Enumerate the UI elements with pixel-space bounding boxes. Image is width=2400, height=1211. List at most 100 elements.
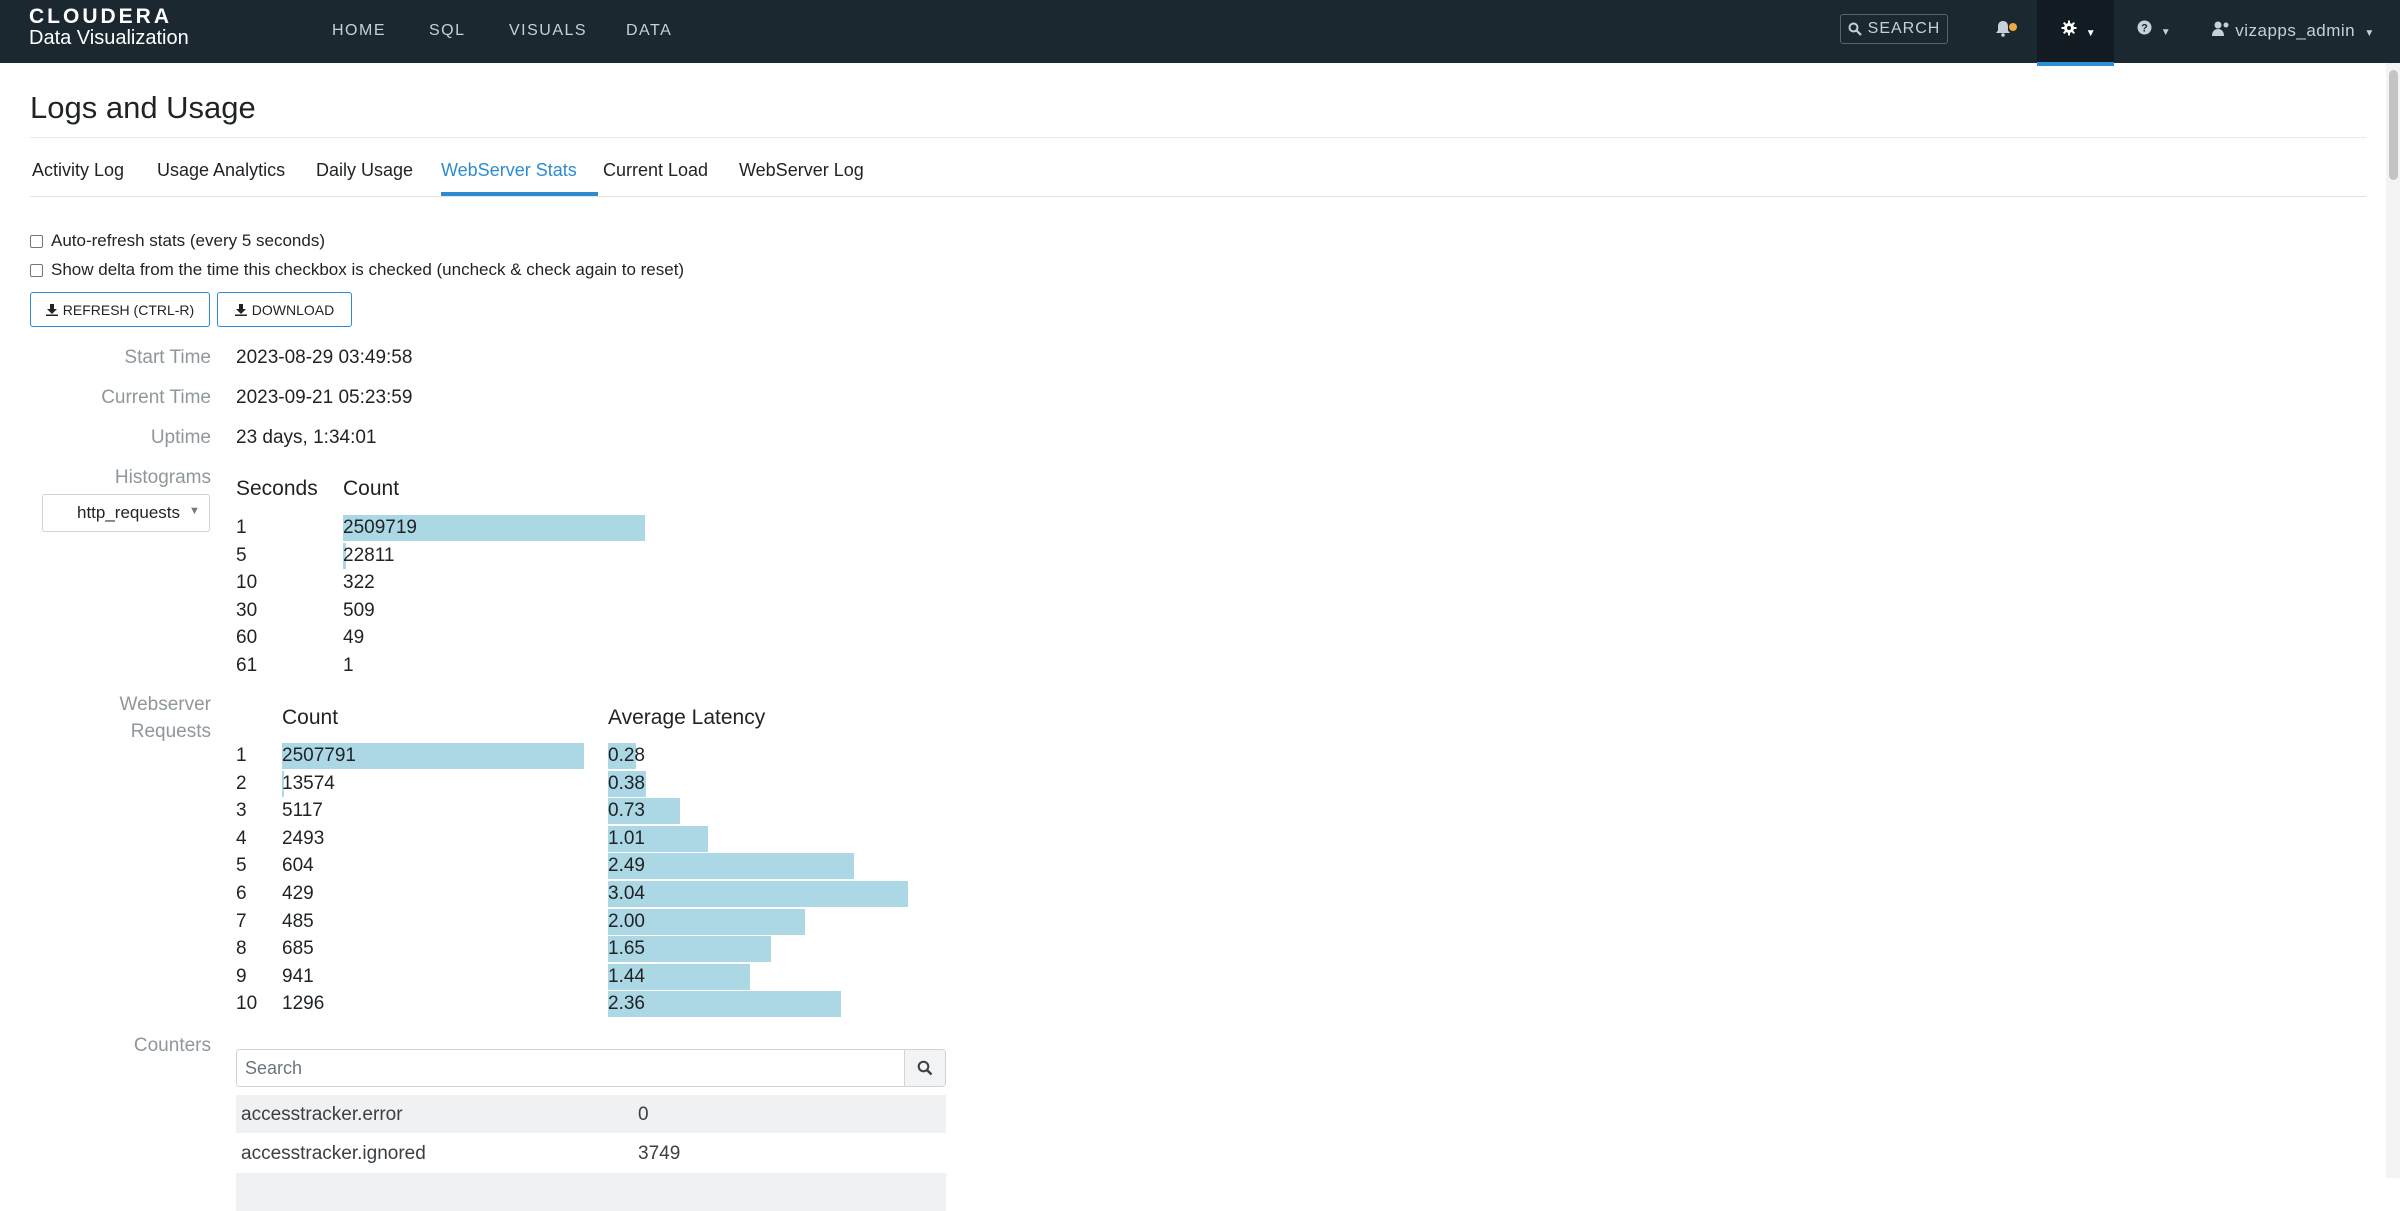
tab-activity-log[interactable]: Activity Log — [32, 160, 124, 181]
notification-dot — [2009, 23, 2017, 31]
show-delta-option: Show delta from the time this checkbox i… — [30, 260, 684, 280]
histogram-select-value: http_requests — [77, 503, 181, 522]
histogram-count: 22811 — [343, 544, 395, 566]
tab-webserver-stats[interactable]: WebServer Stats — [441, 160, 577, 181]
request-latency: 0.73 — [608, 800, 645, 822]
logo-brand: CLOUDERA — [29, 5, 172, 28]
active-tab-indicator — [441, 192, 598, 196]
histogram-seconds: 1 — [236, 517, 247, 538]
counter-row: accesstracker.error 0 — [236, 1095, 946, 1133]
request-latency: 3.04 — [608, 883, 645, 904]
global-search-button[interactable]: SEARCH — [1840, 14, 1948, 44]
latency-bar — [608, 881, 908, 907]
counter-row — [236, 1173, 946, 1211]
nav-visuals[interactable]: VISUALS — [509, 22, 587, 40]
request-count: 685 — [282, 938, 314, 960]
counters-search-button[interactable] — [904, 1050, 945, 1086]
current-time-value: 2023-09-21 05:23:59 — [236, 387, 413, 408]
request-latency: 2.49 — [608, 855, 645, 877]
download-button[interactable]: DOWNLOAD — [217, 292, 352, 327]
counter-value: 0 — [638, 1104, 649, 1125]
top-navbar: CLOUDERA Data Visualization HOME SQL VIS… — [0, 0, 2400, 66]
counter-value: 3749 — [638, 1143, 681, 1164]
download-icon — [234, 303, 247, 316]
tab-current-load[interactable]: Current Load — [603, 160, 708, 181]
tab-bar: Activity Log Usage Analytics Daily Usage… — [30, 150, 2366, 197]
settings-active-indicator — [2037, 62, 2114, 66]
request-index: 2 — [236, 772, 247, 794]
counters-search-input[interactable] — [237, 1050, 905, 1086]
search-icon — [917, 1060, 933, 1076]
request-latency: 1.65 — [608, 938, 645, 960]
current-time-label: Current Time — [101, 387, 211, 408]
tab-daily-usage[interactable]: Daily Usage — [316, 160, 413, 181]
chevron-down-icon: ▼ — [2364, 28, 2375, 39]
histogram-count: 49 — [343, 627, 365, 649]
scrollbar-thumb[interactable] — [2389, 70, 2398, 180]
request-index: 1 — [236, 745, 247, 766]
request-index: 9 — [236, 965, 247, 987]
chevron-down-icon: ▼ — [2160, 27, 2171, 38]
request-latency: 1.44 — [608, 965, 645, 987]
download-button-label: DOWNLOAD — [251, 301, 335, 318]
histogram-seconds: 30 — [236, 599, 258, 621]
requests-col-count: Count — [282, 706, 339, 729]
refresh-button-label: REFRESH (CTRL-R) — [62, 301, 195, 318]
request-latency: 0.38 — [608, 772, 645, 794]
svg-text:?: ? — [2141, 23, 2148, 35]
request-count: 941 — [282, 965, 314, 987]
question-circle-icon: ? — [2137, 20, 2152, 35]
histogram-seconds: 61 — [236, 655, 258, 676]
download-icon — [45, 303, 58, 316]
auto-refresh-checkbox[interactable] — [30, 234, 43, 248]
tab-usage-analytics[interactable]: Usage Analytics — [157, 160, 285, 181]
request-count: 485 — [282, 910, 314, 932]
request-count: 13574 — [282, 772, 335, 794]
chevron-down-icon: ▼ — [2085, 28, 2096, 39]
histogram-seconds: 5 — [236, 544, 247, 566]
uptime-value: 23 days, 1:34:01 — [236, 427, 377, 448]
nav-sql[interactable]: SQL — [429, 22, 466, 40]
counter-row: accesstracker.ignored 3749 — [236, 1134, 946, 1172]
settings-menu-button[interactable]: ▼ — [2061, 20, 2096, 41]
show-delta-checkbox[interactable] — [30, 263, 43, 277]
request-index: 8 — [236, 938, 247, 960]
request-count: 604 — [282, 855, 314, 877]
logo-product: Data Visualization — [29, 27, 189, 49]
request-latency: 0.28 — [608, 745, 645, 766]
chevron-down-icon: ▼ — [189, 505, 200, 517]
histogram-select[interactable]: http_requests ▼ — [42, 494, 210, 532]
request-index: 7 — [236, 910, 247, 932]
histogram-seconds: 10 — [236, 572, 258, 594]
notifications-button[interactable] — [1995, 20, 2011, 42]
nav-home[interactable]: HOME — [332, 22, 386, 40]
gear-icon — [2061, 20, 2077, 36]
page-scrollbar[interactable] — [2386, 63, 2400, 1178]
tab-webserver-log[interactable]: WebServer Log — [739, 160, 864, 181]
nav-data[interactable]: DATA — [626, 22, 672, 40]
counters-label: Counters — [133, 1035, 211, 1056]
request-count: 2507791 — [282, 745, 356, 766]
counters-search — [236, 1049, 946, 1087]
refresh-button[interactable]: REFRESH (CTRL-R) — [30, 292, 210, 327]
user-menu-button[interactable]: vizapps_admin ▼ — [2212, 21, 2375, 41]
histogram-count: 509 — [343, 599, 375, 621]
histogram-col-seconds: Seconds — [236, 477, 318, 500]
webserver-requests-label-line2: Requests — [130, 721, 211, 742]
search-icon — [1848, 22, 1862, 36]
histogram-col-count: Count — [343, 477, 400, 500]
start-time-value: 2023-08-29 03:49:58 — [236, 347, 413, 368]
divider — [30, 137, 2366, 138]
request-latency: 2.36 — [608, 993, 645, 1015]
user-cog-icon — [2212, 21, 2229, 36]
histogram-count: 2509719 — [343, 517, 417, 538]
webserver-requests-label-line1: Webserver — [119, 694, 211, 715]
request-count: 1296 — [282, 993, 325, 1015]
help-menu-button[interactable]: ? ▼ — [2137, 20, 2171, 40]
show-delta-label: Show delta from the time this checkbox i… — [51, 260, 685, 279]
request-count: 5117 — [282, 800, 323, 822]
request-index: 3 — [236, 800, 247, 822]
request-latency: 2.00 — [608, 910, 645, 932]
counter-name: accesstracker.ignored — [241, 1143, 426, 1164]
request-index: 5 — [236, 855, 247, 877]
